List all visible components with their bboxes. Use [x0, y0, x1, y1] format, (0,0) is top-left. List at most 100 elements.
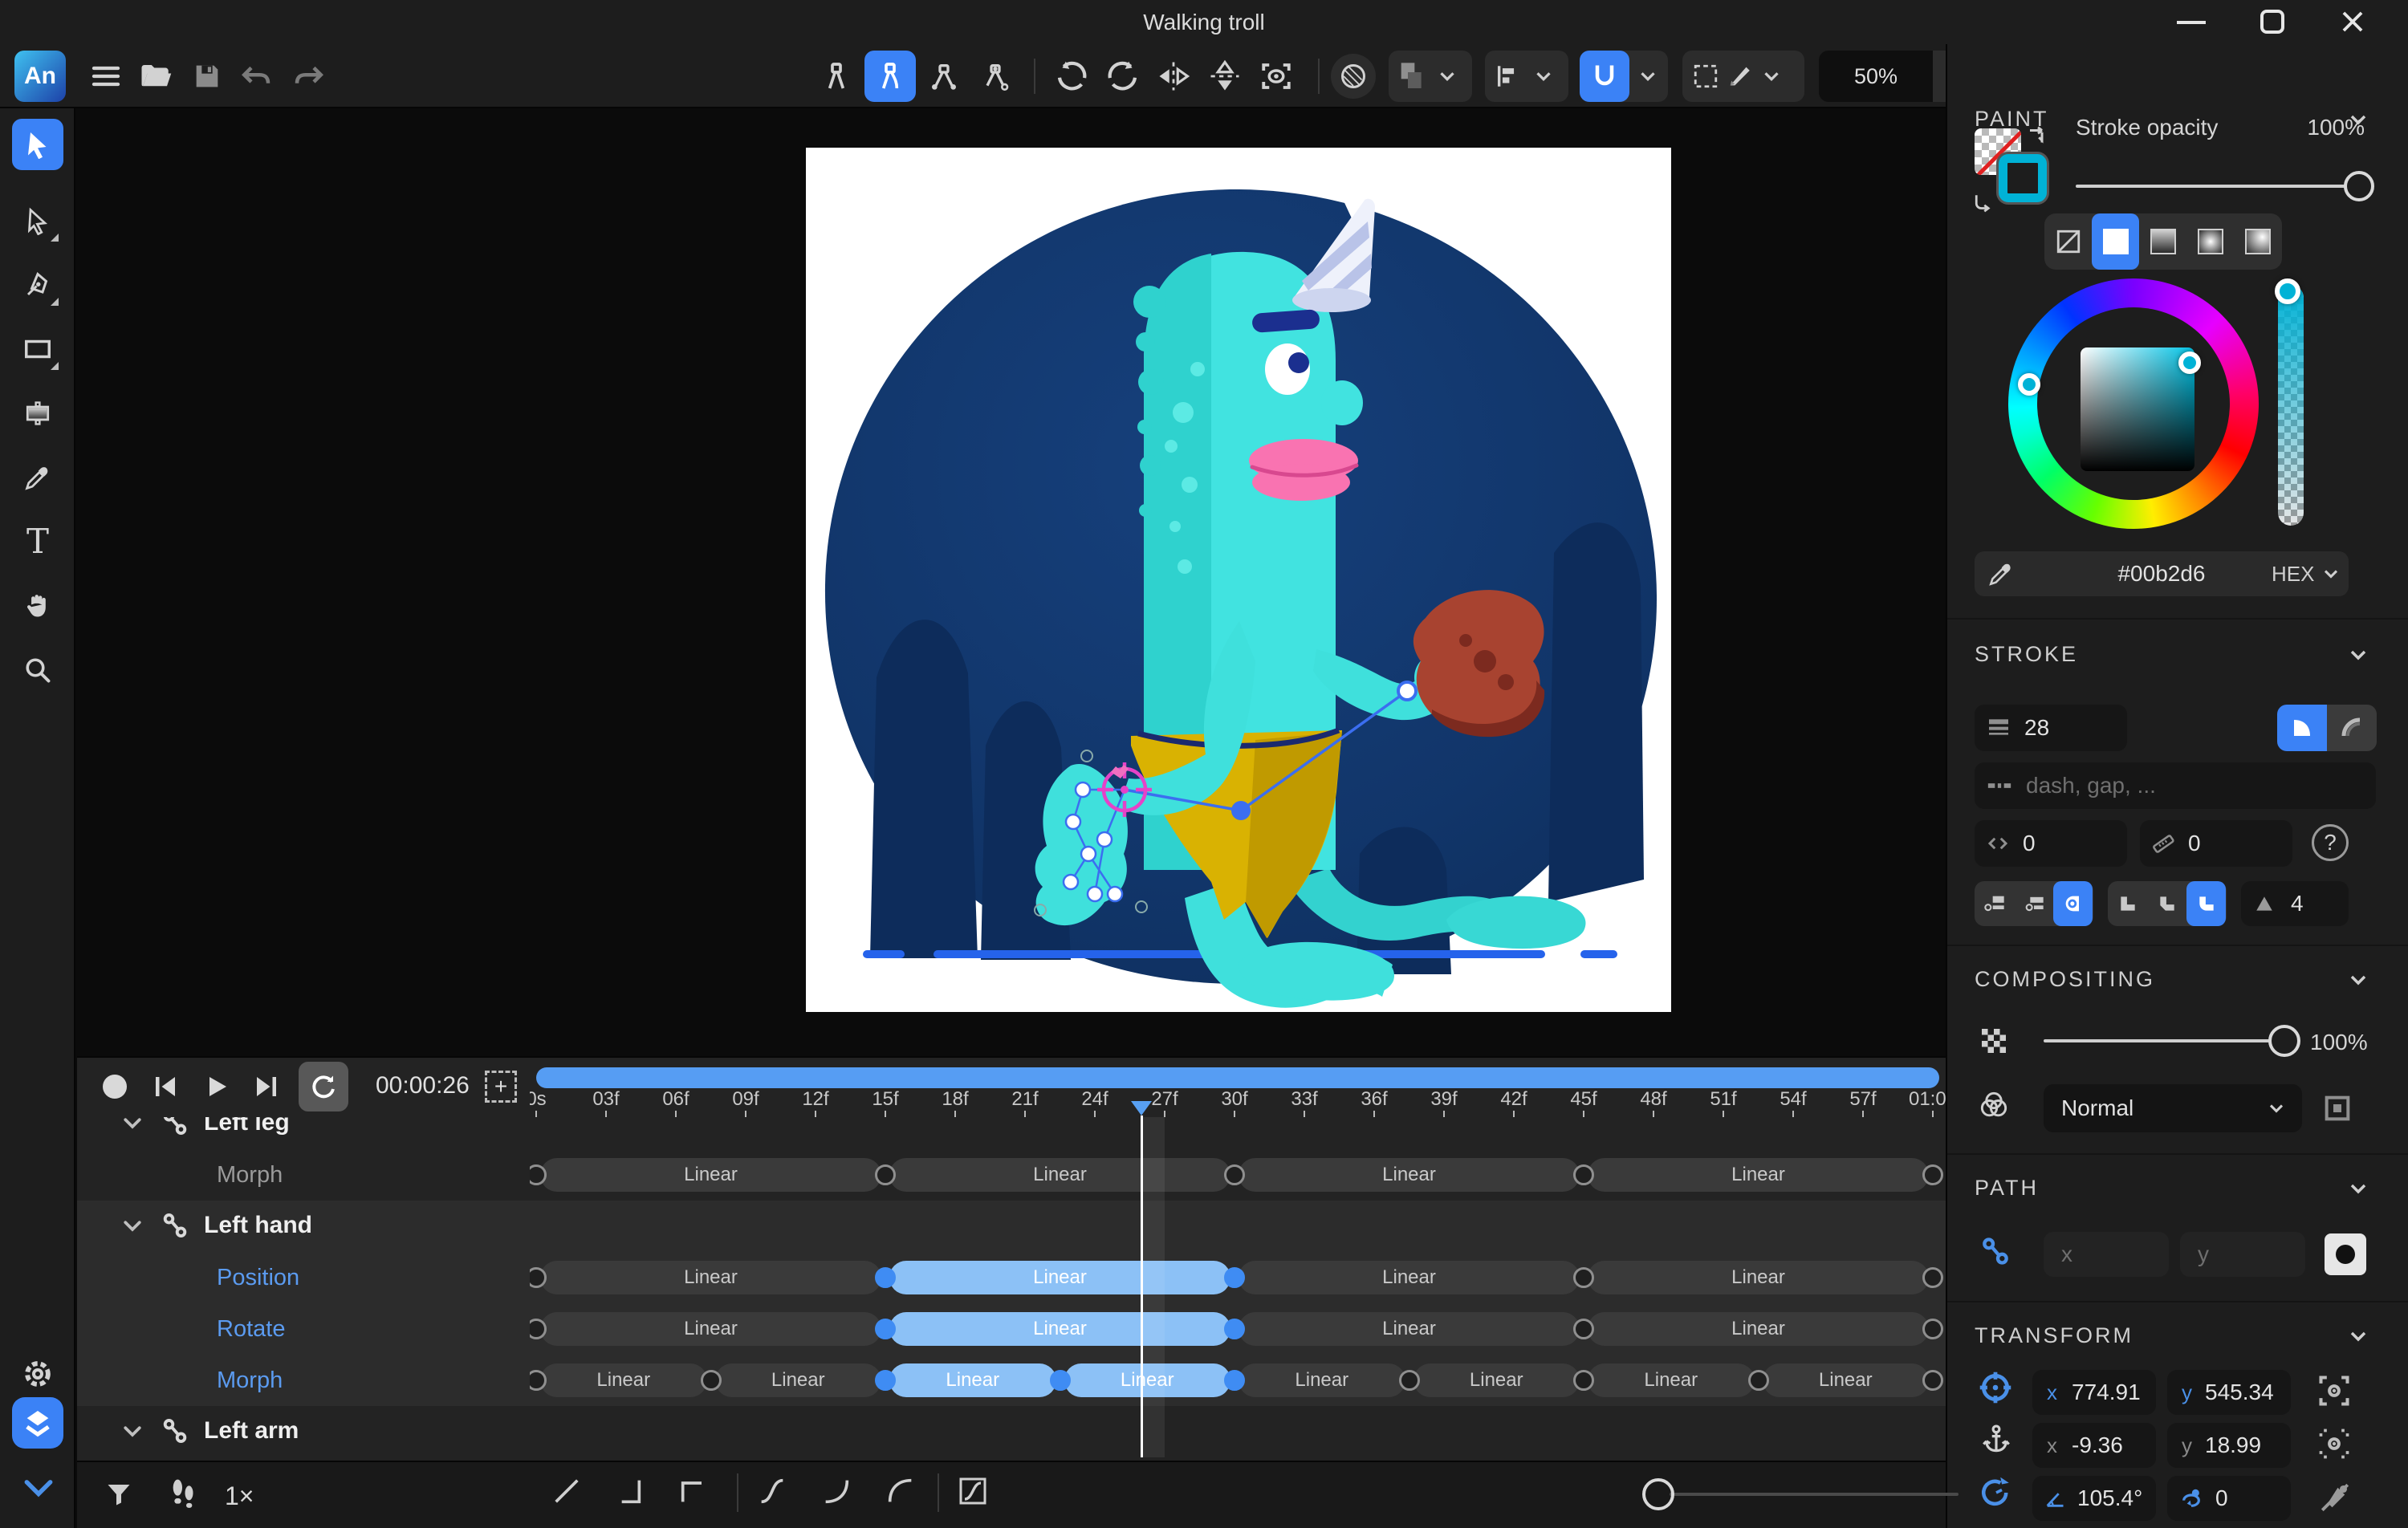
- flip-horizontal-button[interactable]: [1148, 51, 1199, 102]
- keyframe-dot[interactable]: [1573, 1370, 1594, 1391]
- filter-icon[interactable]: [104, 1480, 133, 1509]
- stroke-style-taper-button[interactable]: [2327, 705, 2377, 751]
- tween-segment[interactable]: Linear: [889, 1312, 1230, 1346]
- chevron-down-icon[interactable]: [120, 1213, 144, 1237]
- save-button[interactable]: [181, 51, 233, 102]
- bind-tool-button[interactable]: [811, 51, 862, 102]
- tween-segment[interactable]: Linear: [1413, 1363, 1580, 1397]
- paint-type-radial-gradient[interactable]: [2186, 213, 2234, 270]
- keyframe-dot[interactable]: [1922, 1267, 1943, 1288]
- property-row-label[interactable]: Morph: [77, 1149, 530, 1201]
- property-label[interactable]: Morph: [217, 1162, 283, 1189]
- chevron-down-icon[interactable]: [120, 1419, 144, 1443]
- direct-select-tool-button[interactable]: [12, 195, 63, 246]
- anchor-center-icon[interactable]: [2316, 1426, 2352, 1461]
- play-button[interactable]: [202, 1072, 231, 1101]
- property-label[interactable]: Morph: [217, 1367, 283, 1394]
- swap-fill-stroke-icon[interactable]: [2026, 124, 2050, 148]
- playback-speed[interactable]: 1×: [225, 1481, 254, 1511]
- selection-mode-dropdown[interactable]: [1682, 51, 1804, 102]
- pen-tool-button[interactable]: [12, 259, 63, 311]
- tween-segment[interactable]: Linear: [1239, 1158, 1580, 1192]
- hex-mode-chevron[interactable]: [2320, 563, 2342, 585]
- stroke-swatch-active[interactable]: [1999, 154, 2047, 202]
- sv-handle[interactable]: [2178, 352, 2201, 374]
- miter-limit-input[interactable]: 4: [2241, 881, 2349, 926]
- center-origin-icon[interactable]: [2316, 1373, 2352, 1408]
- chevron-down-icon[interactable]: [120, 1117, 144, 1135]
- tween-segment[interactable]: Linear: [1239, 1261, 1580, 1294]
- rotation-input[interactable]: 105.4°: [2032, 1476, 2156, 1521]
- keyframe-dot[interactable]: [875, 1164, 896, 1185]
- property-row-label[interactable]: Rotate: [77, 1303, 530, 1355]
- ease-hold-start-icon[interactable]: [677, 1475, 710, 1507]
- property-row-label[interactable]: Morph: [77, 1355, 530, 1406]
- rotate-cw-button[interactable]: [1098, 51, 1149, 102]
- position-y-input[interactable]: y 545.34: [2167, 1370, 2291, 1415]
- track-header-left-arm[interactable]: Left arm: [77, 1406, 530, 1457]
- layers-panel-toggle[interactable]: [12, 1397, 63, 1449]
- rectangle-tool-button[interactable]: [12, 323, 63, 375]
- open-file-button[interactable]: [130, 51, 181, 102]
- app-logo[interactable]: An: [14, 51, 66, 102]
- dash-input[interactable]: dash, gap, ...: [1975, 762, 2376, 809]
- rig-joint[interactable]: [1398, 682, 1416, 700]
- undo-button[interactable]: [231, 51, 283, 102]
- opacity-slider[interactable]: [2044, 1039, 2284, 1042]
- transform-collapse-chevron[interactable]: [2345, 1323, 2371, 1349]
- cap-square-button[interactable]: [2014, 881, 2053, 926]
- path-x-input[interactable]: x: [2044, 1232, 2169, 1277]
- anchor-x-input[interactable]: x -9.36: [2032, 1423, 2156, 1468]
- cap-round-button[interactable]: [2053, 881, 2093, 926]
- keyframe-dot[interactable]: [1224, 1267, 1245, 1288]
- next-frame-button[interactable]: [252, 1072, 281, 1101]
- path-y-input[interactable]: y: [2180, 1232, 2305, 1277]
- keyframe-dot[interactable]: [1573, 1164, 1594, 1185]
- text-tool-button[interactable]: T: [12, 516, 63, 567]
- keyframe-dot[interactable]: [1224, 1319, 1245, 1339]
- ease-hold-end-icon[interactable]: [616, 1475, 649, 1507]
- anchor-y-input[interactable]: y 18.99: [2167, 1423, 2291, 1468]
- opacity-knob[interactable]: [2268, 1025, 2300, 1057]
- stroke-width-input[interactable]: 28: [1975, 705, 2127, 751]
- tween-segment[interactable]: Linear: [889, 1158, 1230, 1192]
- prev-frame-button[interactable]: [151, 1072, 180, 1101]
- tween-segment[interactable]: Linear: [889, 1261, 1230, 1294]
- pose-tool-button[interactable]: [970, 51, 1021, 102]
- track-header-left-hand[interactable]: Left hand: [77, 1201, 530, 1252]
- keyframe-dot[interactable]: [1224, 1164, 1245, 1185]
- menu-button[interactable]: [80, 51, 132, 102]
- keyframe-dot[interactable]: [1922, 1370, 1943, 1391]
- keyframe-dot[interactable]: [1224, 1370, 1245, 1391]
- select-tool-button[interactable]: [12, 119, 63, 170]
- add-keyframe-button[interactable]: +: [485, 1071, 517, 1103]
- path-collapse-chevron[interactable]: [2345, 1176, 2371, 1201]
- track-header-label[interactable]: Left hand: [204, 1212, 312, 1239]
- tween-segment[interactable]: Linear: [1588, 1261, 1929, 1294]
- mesh-toggle-button[interactable]: [1331, 54, 1376, 99]
- loop-toggle-button[interactable]: [299, 1062, 348, 1111]
- keyframe-dot[interactable]: [1748, 1370, 1769, 1391]
- focus-selection-button[interactable]: [1251, 51, 1302, 102]
- property-label[interactable]: Rotate: [217, 1316, 285, 1343]
- cap-butt-button[interactable]: [1975, 881, 2014, 926]
- flip-bone-icon[interactable]: [2318, 1481, 2352, 1514]
- tween-segment[interactable]: Linear: [540, 1261, 881, 1294]
- settings-button[interactable]: [12, 1348, 63, 1400]
- snap-magnet-dropdown[interactable]: [1580, 51, 1668, 102]
- tween-segment[interactable]: Linear: [540, 1312, 881, 1346]
- restore-icon[interactable]: [2260, 10, 2284, 34]
- compositing-collapse-chevron[interactable]: [2345, 967, 2371, 993]
- keyframe-dot[interactable]: [875, 1370, 896, 1391]
- help-icon[interactable]: ?: [2312, 824, 2349, 861]
- playhead-line[interactable]: [1141, 1116, 1143, 1457]
- keyframe-dot[interactable]: [875, 1267, 896, 1288]
- timeline-ruler[interactable]: 0s03f06f09f12f15f18f21f24f27f30f33f36f39…: [530, 1088, 1946, 1117]
- fill-style-dropdown[interactable]: [1389, 51, 1472, 102]
- minimize-icon[interactable]: [2177, 21, 2206, 24]
- tween-segment[interactable]: Linear: [1588, 1363, 1755, 1397]
- keyframe-dot[interactable]: [1573, 1267, 1594, 1288]
- align-dropdown[interactable]: [1485, 51, 1568, 102]
- ease-linear-icon[interactable]: [551, 1475, 583, 1507]
- join-round-button[interactable]: [2186, 881, 2226, 926]
